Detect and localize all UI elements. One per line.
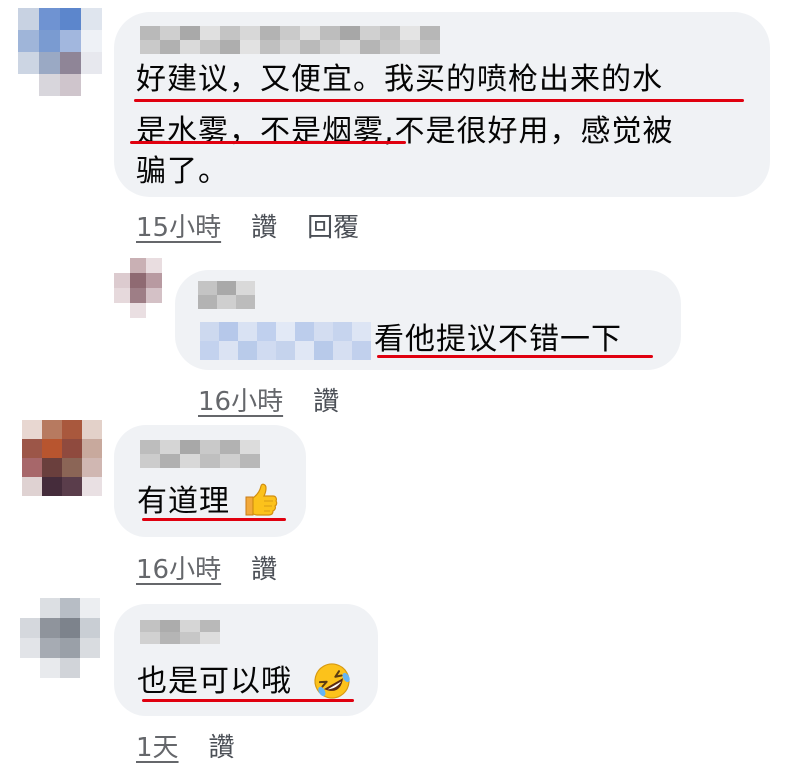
thumbs-up-icon (245, 483, 278, 516)
reply-button[interactable]: 回覆 (307, 213, 359, 243)
commenter-name-redacted[interactable] (140, 440, 260, 468)
highlight-underline (134, 99, 744, 102)
like-button[interactable]: 讚 (251, 213, 277, 243)
avatar[interactable] (22, 420, 102, 496)
timestamp-link[interactable]: 16小時 (136, 555, 221, 585)
comment-text: 也是可以哦 (137, 664, 292, 699)
comment-actions: 16小時讚 (198, 381, 339, 418)
highlight-underline (377, 355, 653, 358)
timestamp-link[interactable]: 15小時 (136, 213, 221, 243)
mention-tag-redacted[interactable] (200, 322, 371, 360)
comment-text-line: 是水雾，不是烟雾,不是很好用，感觉被 (136, 114, 674, 149)
commenter-name-redacted[interactable] (198, 281, 255, 309)
highlight-underline (142, 518, 286, 521)
comment-actions: 1天讚 (136, 727, 235, 764)
commenter-name-redacted[interactable] (140, 620, 220, 644)
avatar[interactable] (20, 598, 100, 678)
comment-text-line: 骗了。 (136, 154, 229, 189)
avatar[interactable] (18, 8, 102, 96)
highlight-underline (130, 141, 406, 144)
like-button[interactable]: 讚 (313, 387, 339, 417)
commenter-name-redacted[interactable] (140, 26, 440, 54)
comment-actions: 15小時讚回覆 (136, 207, 359, 244)
highlight-underline (142, 699, 354, 702)
rolling-on-floor-laughing-icon (314, 663, 350, 699)
comment-actions: 16小時讚 (136, 549, 277, 586)
avatar[interactable] (114, 258, 162, 318)
comment-text-line: 好建议，又便宜。我买的喷枪出来的水 (136, 62, 663, 97)
timestamp-link[interactable]: 16小時 (198, 387, 283, 417)
like-button[interactable]: 讚 (209, 733, 235, 763)
like-button[interactable]: 讚 (251, 555, 277, 585)
timestamp-link[interactable]: 1天 (136, 733, 179, 763)
